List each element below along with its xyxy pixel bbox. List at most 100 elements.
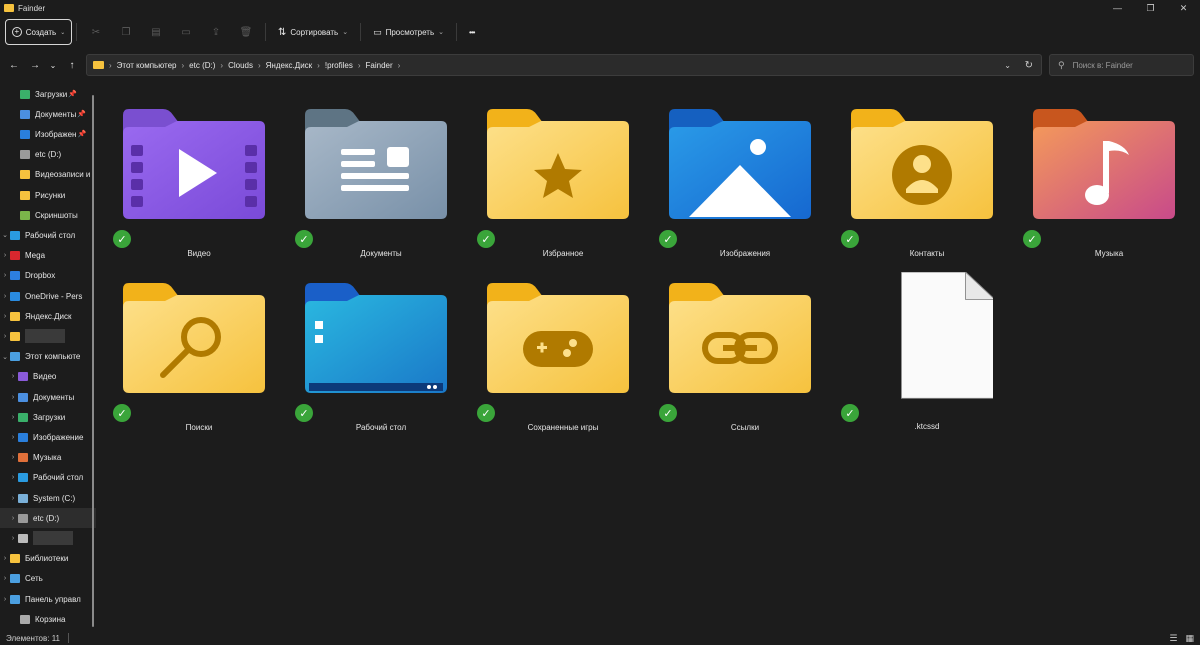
breadcrumb-item[interactable]: Fainder bbox=[366, 61, 393, 70]
sidebar-item[interactable]: › System (C:) bbox=[0, 488, 96, 508]
delete-icon[interactable]: 🗑 bbox=[231, 19, 261, 45]
search-box[interactable]: ⚲ Поиск в: Fainder bbox=[1049, 54, 1194, 76]
folder-item[interactable]: ✓ Избранное bbox=[469, 89, 639, 259]
breadcrumb-item[interactable]: !profiles bbox=[325, 61, 353, 70]
new-button-label: Создать bbox=[25, 27, 57, 37]
sidebar-item[interactable]: › bbox=[0, 528, 96, 548]
sidebar-item[interactable]: › Документы bbox=[0, 387, 96, 407]
breadcrumb-item[interactable]: Этот компьютер bbox=[117, 61, 177, 70]
folder-icon bbox=[10, 574, 20, 584]
folder-item[interactable]: ✓ Ссылки bbox=[651, 263, 821, 433]
more-options-button[interactable]: ••• bbox=[461, 19, 482, 45]
chevron-right-icon[interactable]: › bbox=[0, 252, 10, 259]
folder-item[interactable]: ✓ Документы bbox=[287, 89, 457, 259]
sidebar-item[interactable]: › Загрузки bbox=[0, 407, 96, 427]
chevron-right-icon[interactable]: › bbox=[8, 474, 18, 481]
sidebar-item[interactable]: Загрузки 📌 bbox=[0, 84, 96, 104]
folder-item[interactable]: ✓ Контакты bbox=[833, 89, 1003, 259]
details-view-icon[interactable]: ☰ bbox=[1169, 633, 1177, 644]
chevron-right-icon[interactable]: › bbox=[8, 394, 18, 401]
file-item[interactable]: ✓ .ktcssd bbox=[833, 263, 1003, 433]
sync-status-icon: ✓ bbox=[659, 230, 677, 248]
chevron-right-icon: › bbox=[397, 60, 401, 70]
links-folder-icon bbox=[669, 283, 811, 393]
chevron-right-icon[interactable]: › bbox=[0, 313, 10, 320]
sidebar-item[interactable]: › Видео bbox=[0, 367, 96, 387]
new-button[interactable]: + Создать ⌄ bbox=[5, 19, 72, 45]
refresh-icon[interactable]: ↻ bbox=[1025, 60, 1033, 71]
breadcrumb-item[interactable]: Clouds bbox=[228, 61, 253, 70]
sidebar-item[interactable]: › Яндекс.Диск bbox=[0, 306, 96, 326]
chevron-right-icon[interactable]: › bbox=[8, 535, 18, 542]
favorites-folder-icon bbox=[487, 109, 629, 219]
sidebar-item[interactable]: › etc (D:) bbox=[0, 508, 96, 529]
chevron-right-icon[interactable]: › bbox=[8, 495, 18, 502]
up-arrow-icon[interactable]: ↑ bbox=[62, 55, 82, 75]
sidebar-item[interactable]: Рисунки bbox=[0, 185, 96, 205]
sync-status-icon: ✓ bbox=[1023, 230, 1041, 248]
chevron-right-icon[interactable]: › bbox=[8, 414, 18, 421]
sidebar-item[interactable]: Видеозаписи и bbox=[0, 165, 96, 185]
folder-item[interactable]: ✓ Изображения bbox=[651, 89, 821, 259]
sort-button[interactable]: ⇅ Сортировать ⌄ bbox=[270, 19, 356, 45]
view-button[interactable]: ▭ Просмотреть ⌄ bbox=[365, 19, 452, 45]
cut-icon[interactable]: ✂ bbox=[81, 19, 111, 45]
sidebar-scrollbar[interactable] bbox=[92, 95, 94, 627]
folder-icon bbox=[10, 230, 20, 240]
chevron-right-icon[interactable]: › bbox=[0, 293, 10, 300]
folder-item[interactable]: ✓ Видео bbox=[105, 89, 275, 259]
sidebar-item[interactable]: › Музыка bbox=[0, 448, 96, 468]
close-button[interactable]: ✕ bbox=[1167, 0, 1200, 16]
sidebar-item[interactable]: ⌄ Этот компьюте bbox=[0, 347, 96, 367]
sidebar-item[interactable]: Скриншоты bbox=[0, 205, 96, 225]
sidebar-item[interactable]: › bbox=[0, 326, 96, 346]
sidebar-item[interactable]: › Dropbox bbox=[0, 266, 96, 286]
sidebar-item[interactable]: › Сеть bbox=[0, 569, 96, 589]
share-icon[interactable]: ⇪ bbox=[201, 19, 231, 45]
sidebar-item[interactable]: etc (D:) bbox=[0, 145, 96, 165]
address-bar[interactable]: › Этот компьютер › etc (D:) › Clouds › Янде… bbox=[86, 54, 1042, 76]
chevron-right-icon[interactable]: › bbox=[0, 272, 10, 279]
rename-icon[interactable]: ▭ bbox=[171, 19, 201, 45]
chevron-right-icon[interactable]: › bbox=[0, 333, 10, 340]
folder-item[interactable]: ✓ Рабочий стол bbox=[287, 263, 457, 433]
chevron-right-icon[interactable]: › bbox=[0, 555, 10, 562]
sidebar-item[interactable]: Корзина bbox=[0, 609, 96, 629]
chevron-right-icon[interactable]: › bbox=[8, 454, 18, 461]
chevron-down-icon[interactable]: ⌄ bbox=[1004, 61, 1011, 70]
minimize-button[interactable]: — bbox=[1101, 0, 1134, 16]
folder-icon bbox=[18, 493, 28, 503]
sidebar-item[interactable]: › Рабочий стол bbox=[0, 468, 96, 488]
breadcrumb-item[interactable]: Яндекс.Диск bbox=[266, 61, 313, 70]
folder-item[interactable]: ✓ Сохраненные игры bbox=[469, 263, 639, 433]
chevron-down-icon[interactable]: ⌄ bbox=[0, 353, 10, 361]
folder-item[interactable]: ✓ Поиски bbox=[105, 263, 275, 433]
back-arrow-icon[interactable]: ← bbox=[4, 55, 24, 75]
forward-arrow-icon[interactable]: → bbox=[25, 55, 45, 75]
sidebar-item[interactable]: › Mega bbox=[0, 246, 96, 266]
divider bbox=[76, 23, 77, 41]
sidebar-item[interactable]: › Библиотеки bbox=[0, 549, 96, 569]
sidebar-item[interactable]: › Панель управл bbox=[0, 589, 96, 609]
chevron-right-icon[interactable]: › bbox=[8, 373, 18, 380]
paste-icon[interactable]: ▤ bbox=[141, 19, 171, 45]
chevron-down-icon[interactable]: ⌄ bbox=[0, 231, 10, 239]
sidebar-item[interactable]: ⌄ Рабочий стол bbox=[0, 225, 96, 245]
sidebar-item[interactable]: Изображен 📌 bbox=[0, 124, 96, 144]
sidebar-item[interactable]: › OneDrive - Pers bbox=[0, 286, 96, 306]
chevron-right-icon[interactable]: › bbox=[8, 434, 18, 441]
chevron-right-icon[interactable]: › bbox=[0, 575, 10, 582]
sync-status-icon: ✓ bbox=[841, 404, 859, 422]
sidebar-item[interactable]: › Изображение bbox=[0, 427, 96, 447]
breadcrumb-item[interactable]: etc (D:) bbox=[189, 61, 215, 70]
chevron-down-icon[interactable]: ⌄ bbox=[43, 55, 63, 75]
folder-item[interactable]: ✓ Музыка bbox=[1015, 89, 1185, 259]
sidebar-item[interactable]: Документы 📌 bbox=[0, 104, 96, 124]
tiles-view-icon[interactable]: ▦ bbox=[1185, 633, 1194, 644]
chevron-right-icon[interactable]: › bbox=[8, 515, 18, 522]
folder-icon bbox=[18, 392, 28, 402]
chevron-right-icon[interactable]: › bbox=[0, 596, 10, 603]
sidebar-item-label: Mega bbox=[25, 251, 46, 261]
maximize-button[interactable]: ❐ bbox=[1134, 0, 1167, 16]
copy-icon[interactable]: ❐ bbox=[111, 19, 141, 45]
